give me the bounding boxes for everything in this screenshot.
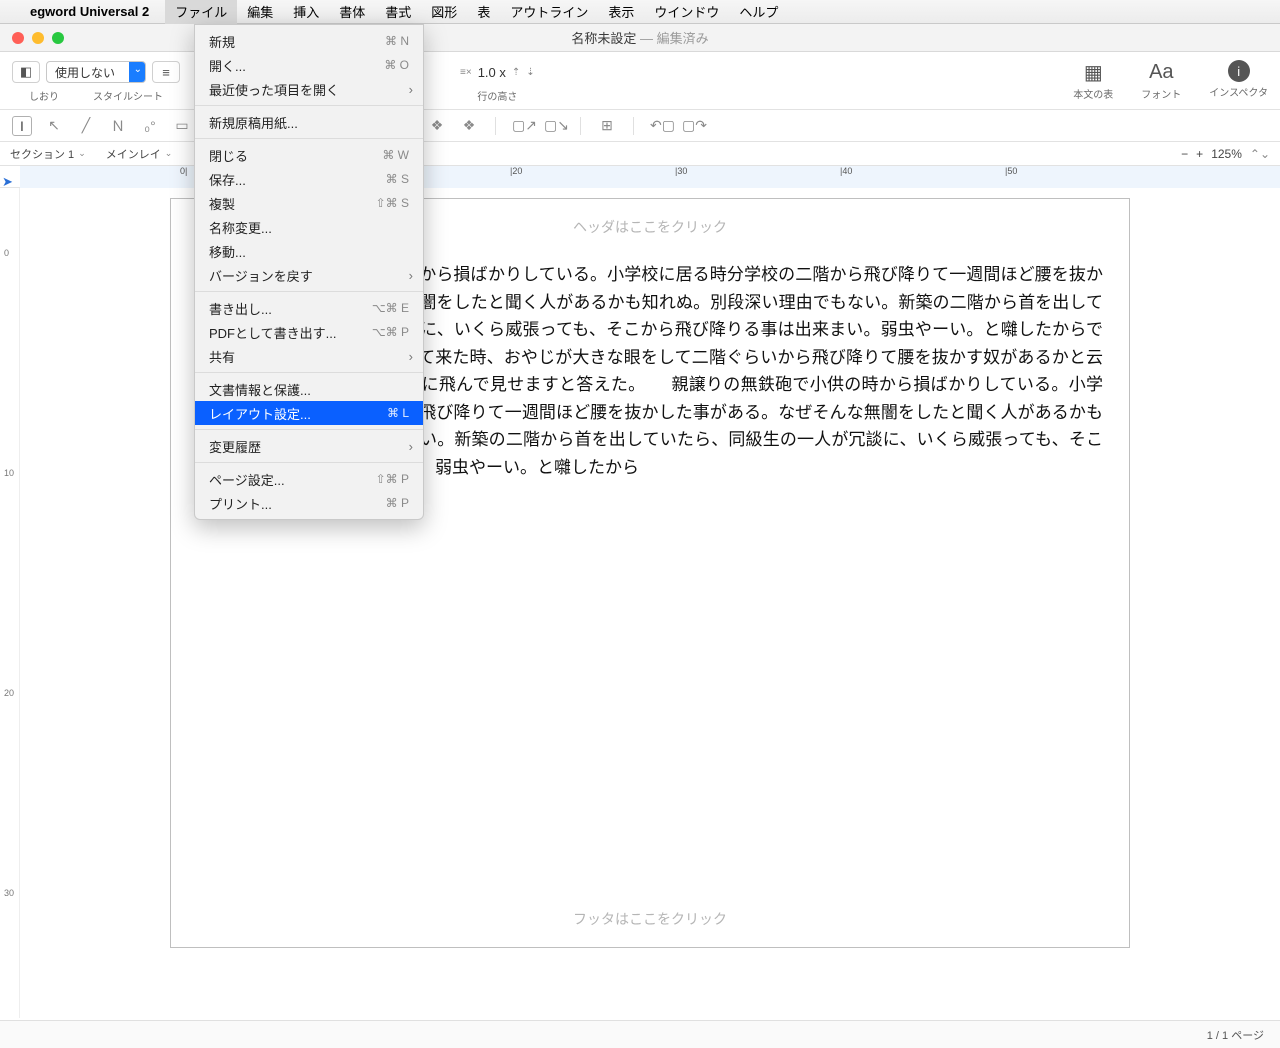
close-window-icon[interactable]	[12, 32, 24, 44]
status-bar: 1 / 1 ページ	[0, 1020, 1280, 1048]
menu-編集[interactable]: 編集	[237, 0, 283, 24]
zoom-value[interactable]: 125%	[1211, 147, 1242, 161]
menu-ウインドウ[interactable]: ウインドウ	[644, 0, 729, 24]
window-titlebar: 名称未設定 — 編集済み	[0, 24, 1280, 52]
zoom-in-icon[interactable]: +	[1196, 147, 1203, 161]
zoom-out-icon[interactable]: −	[1181, 147, 1188, 161]
zoom-stepper-icon[interactable]: ⌃⌄	[1250, 147, 1270, 161]
send-back-icon[interactable]: ▢↘	[544, 117, 564, 134]
app-name[interactable]: egword Universal 2	[22, 4, 157, 19]
line-height-value[interactable]: 1.0 x	[478, 65, 506, 80]
menu-アウトライン[interactable]: アウトライン	[500, 0, 598, 24]
minimize-window-icon[interactable]	[32, 32, 44, 44]
window-title: 名称未設定 — 編集済み	[571, 28, 708, 47]
line-height-label: 行の高さ	[477, 88, 517, 103]
group-icon[interactable]: ⊞	[597, 117, 617, 134]
bring-front-icon[interactable]: ▢↗	[512, 117, 532, 134]
font-icon[interactable]: Aa	[1149, 60, 1173, 84]
page-footer[interactable]: フッタはここをクリック	[171, 891, 1129, 947]
main-toolbar: ◧ 使用しない ≡ しおり スタイルシート ≡× 1.0 x ⇡ ⇣ 行の高さ ▦…	[0, 52, 1280, 110]
menu-item-複製[interactable]: 複製⇧⌘ S	[195, 191, 423, 215]
menu-ファイル[interactable]: ファイル	[165, 0, 237, 24]
pointer-icon[interactable]: ↖	[44, 117, 64, 134]
rect-icon[interactable]: ▭	[172, 117, 192, 134]
layers2-icon[interactable]: ❖	[459, 117, 479, 134]
rotate-right-icon[interactable]: ▢↷	[682, 117, 702, 134]
workspace: 0102030 ヘッダはここをクリック 親譲りの無鉄砲で小供の時から損ばかりして…	[0, 188, 1280, 1018]
stylesheet-label: スタイルシート	[93, 88, 163, 103]
ruler-arrow-icon[interactable]: ➤	[2, 174, 12, 184]
line-down-icon[interactable]: ⇣	[526, 67, 534, 78]
menu-item-変更履歴[interactable]: 変更履歴	[195, 434, 423, 458]
menu-item-保存...[interactable]: 保存...⌘ S	[195, 167, 423, 191]
vertical-ruler[interactable]: 0102030	[0, 188, 20, 1018]
bookmark-label: しおり	[29, 88, 59, 103]
line-up-icon[interactable]: ⇡	[512, 67, 520, 78]
ruler-area: ➤ 0||10|20|30|40|50	[0, 166, 1280, 188]
rotate-left-icon[interactable]: ↶▢	[650, 117, 670, 134]
menu-表示[interactable]: 表示	[598, 0, 644, 24]
line-icon[interactable]: ╱	[76, 117, 96, 134]
menu-item-書き出し...[interactable]: 書き出し...⌥⌘ E	[195, 296, 423, 320]
inspector-icon[interactable]: i	[1228, 60, 1250, 82]
line-spacing-icon[interactable]: ≡×	[460, 67, 472, 78]
list-icon[interactable]: ≡	[152, 61, 180, 83]
menu-ヘルプ[interactable]: ヘルプ	[729, 0, 788, 24]
menu-item-共有[interactable]: 共有	[195, 344, 423, 368]
menubar: egword Universal 2 ファイル編集挿入書体書式図形表アウトライン…	[0, 0, 1280, 24]
menu-item-閉じる[interactable]: 閉じる⌘ W	[195, 143, 423, 167]
menu-item-新規原稿用紙...[interactable]: 新規原稿用紙...	[195, 110, 423, 134]
layers-icon[interactable]: ❖	[427, 117, 447, 134]
menu-item-PDFとして書き出す...[interactable]: PDFとして書き出す...⌥⌘ P	[195, 320, 423, 344]
sidebar-toggle-icon[interactable]: ◧	[12, 61, 40, 83]
menu-item-レイアウト設定...[interactable]: レイアウト設定...⌘ L	[195, 401, 423, 425]
menu-item-バージョンを戻す[interactable]: バージョンを戻す	[195, 263, 423, 287]
menu-書式[interactable]: 書式	[375, 0, 421, 24]
menu-挿入[interactable]: 挿入	[283, 0, 329, 24]
menu-item-最近使った項目を開く[interactable]: 最近使った項目を開く	[195, 77, 423, 101]
menu-item-新規[interactable]: 新規⌘ N	[195, 29, 423, 53]
menu-item-開く...[interactable]: 開く...⌘ O	[195, 53, 423, 77]
menu-表[interactable]: 表	[467, 0, 500, 24]
table-icon[interactable]: ▦	[1084, 60, 1103, 84]
tool-palette: I ↖ ╱ Ｎ ₀° ▭ ▯▯ ▯▯ ▯▯ 🔒 🔓 ❖ ❖ ▢↗ ▢↘ ⊞ ↶▢…	[0, 110, 1280, 142]
zoom-window-icon[interactable]	[52, 32, 64, 44]
section-bar: セクション 1 メインレイ − + 125% ⌃⌄	[0, 142, 1280, 166]
menu-書体[interactable]: 書体	[329, 0, 375, 24]
menu-図形[interactable]: 図形	[421, 0, 467, 24]
menu-item-ページ設定...[interactable]: ページ設定...⇧⌘ P	[195, 467, 423, 491]
menu-item-プリント...[interactable]: プリント...⌘ P	[195, 491, 423, 515]
layout-select[interactable]: メインレイ	[106, 146, 173, 162]
menu-item-移動...[interactable]: 移動...	[195, 239, 423, 263]
page-count: 1 / 1 ページ	[1207, 1027, 1264, 1043]
section-select[interactable]: セクション 1	[10, 146, 86, 162]
menu-item-名称変更...[interactable]: 名称変更...	[195, 215, 423, 239]
file-menu-dropdown: 新規⌘ N開く...⌘ O最近使った項目を開く新規原稿用紙... 閉じる⌘ W保存…	[194, 24, 424, 520]
node-icon[interactable]: ₀°	[140, 118, 160, 134]
style-select[interactable]: 使用しない	[46, 61, 146, 83]
text-cursor-icon[interactable]: I	[12, 116, 32, 136]
menu-item-文書情報と保護...[interactable]: 文書情報と保護...	[195, 377, 423, 401]
polyline-icon[interactable]: Ｎ	[108, 116, 128, 136]
